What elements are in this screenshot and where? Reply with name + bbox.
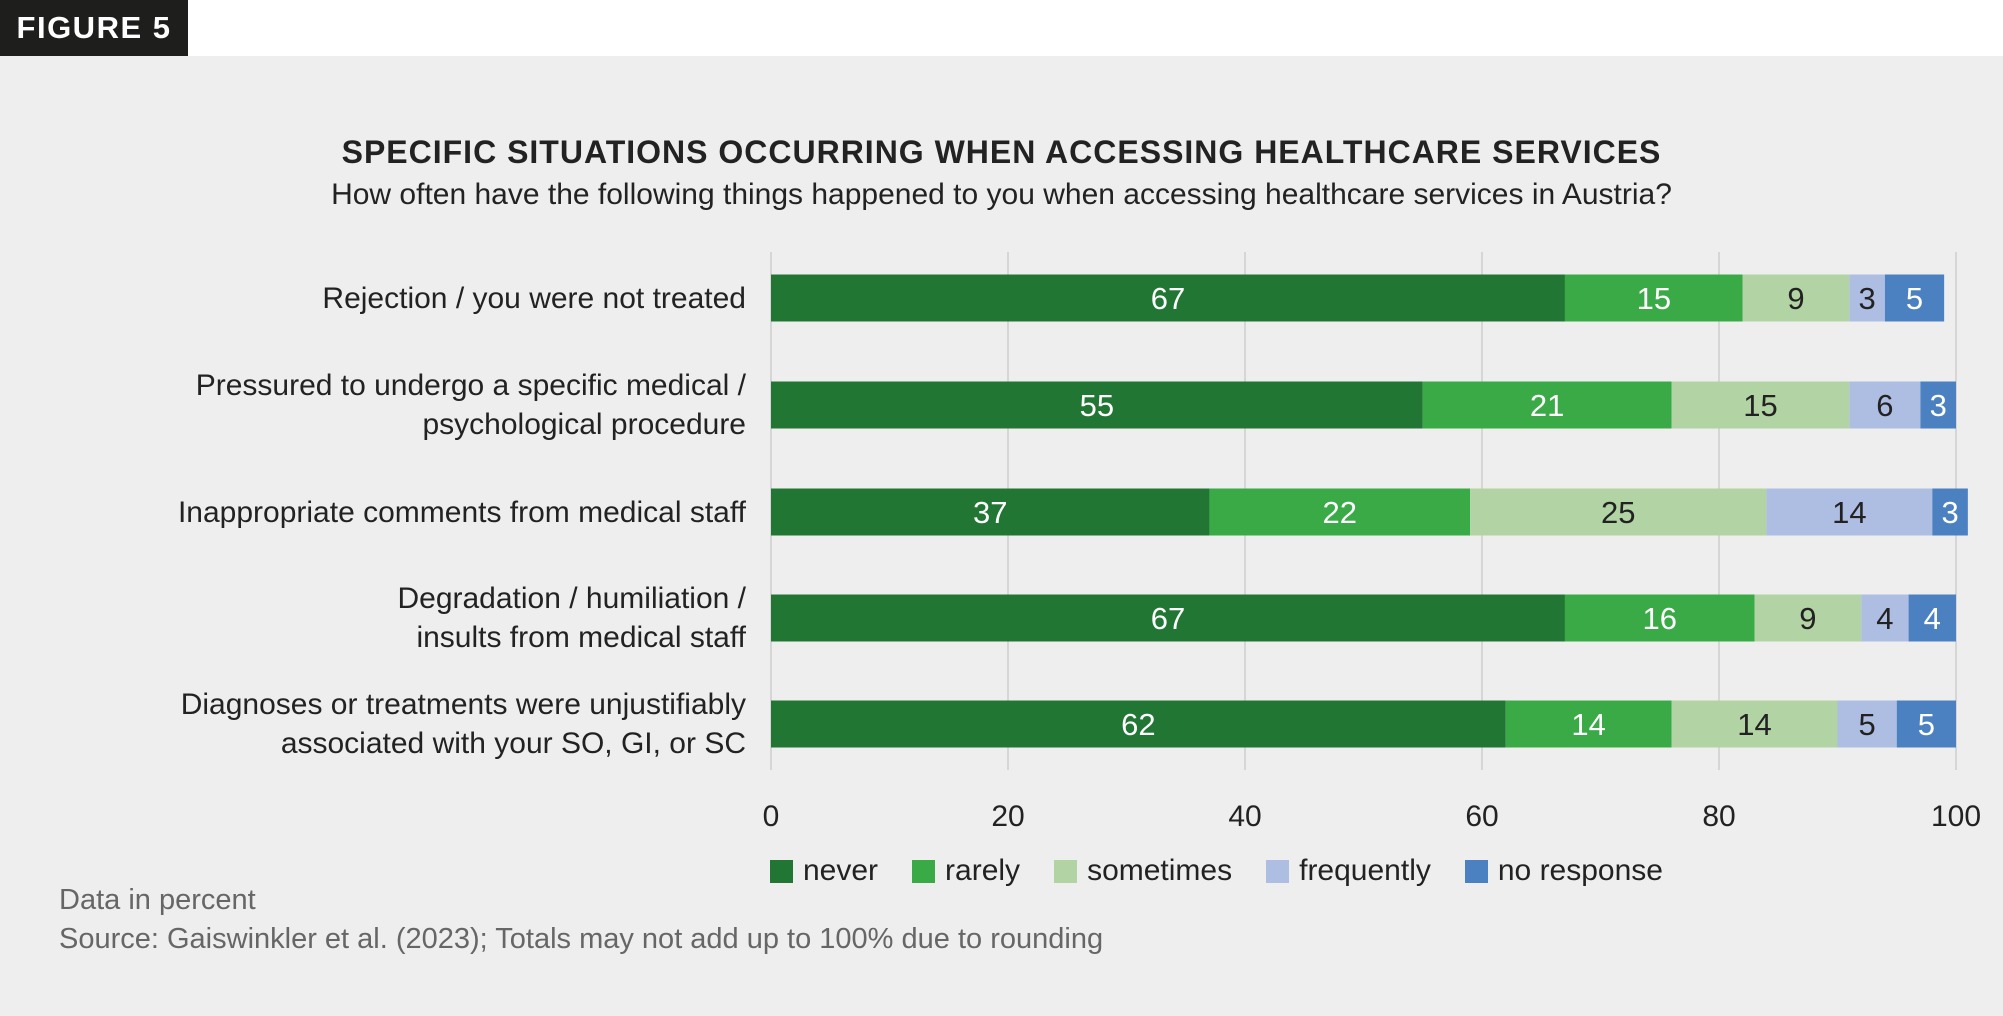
- legend-item-rarely: rarely: [912, 854, 1020, 888]
- bar-value-label: 5: [1859, 707, 1876, 742]
- bar-value-label: 25: [1601, 495, 1635, 530]
- bar-value-label: 15: [1743, 388, 1777, 423]
- bar-value-label: 15: [1637, 281, 1671, 316]
- x-tick-label: 100: [1931, 800, 1981, 833]
- bar-value-label: 5: [1918, 707, 1935, 742]
- bar-value-label: 55: [1080, 388, 1114, 423]
- x-tick-label: 40: [1228, 800, 1261, 833]
- bar-value-label: 9: [1799, 601, 1816, 636]
- x-tick-label: 0: [763, 800, 780, 833]
- legend-item-sometimes: sometimes: [1054, 854, 1232, 888]
- bars: [771, 274, 1968, 748]
- source-note: Source: Gaiswinkler et al. (2023); Total…: [59, 923, 1104, 955]
- bar-value-label: 21: [1530, 388, 1564, 423]
- legend-swatch: [1054, 859, 1078, 883]
- bar-value-label: 9: [1787, 281, 1804, 316]
- bar-value-label: 3: [1859, 281, 1876, 316]
- legend: never rarely sometimes frequently no respons…: [770, 854, 1697, 888]
- legend-swatch: [770, 859, 793, 883]
- bar-value-label: 67: [1151, 281, 1185, 316]
- bar-value-label: 14: [1571, 707, 1605, 742]
- legend-swatch: [912, 859, 936, 883]
- bar-value-label: 16: [1643, 601, 1677, 636]
- x-tick-label: 80: [1702, 800, 1735, 833]
- legend-item-no-response: no response: [1464, 854, 1663, 888]
- legend-swatch: [1464, 859, 1488, 883]
- legend-swatch: [1266, 859, 1290, 883]
- bar-value-label: 6: [1876, 388, 1893, 423]
- bar-value-label: 37: [973, 495, 1007, 530]
- bar-value-label: 14: [1737, 707, 1771, 742]
- bar-value-label: 4: [1876, 601, 1893, 636]
- legend-label: no response: [1497, 854, 1663, 887]
- bar-value-label: 14: [1832, 495, 1866, 530]
- x-tick-label: 60: [1465, 800, 1498, 833]
- bar-value-label: 5: [1906, 281, 1923, 316]
- bar-value-label: 62: [1121, 707, 1155, 742]
- bar-value-label: 67: [1151, 601, 1185, 636]
- unit-note: Data in percent: [59, 884, 256, 916]
- legend-label: frequently: [1299, 854, 1431, 887]
- x-tick-labels: 0 20 40 60 80 100: [763, 800, 1981, 833]
- bar-value-label: 3: [1930, 388, 1947, 423]
- legend-label: sometimes: [1087, 854, 1233, 887]
- x-tick-label: 20: [991, 800, 1024, 833]
- legend-item-never: never: [770, 854, 878, 888]
- bar-value-label: 22: [1323, 495, 1357, 530]
- legend-item-frequently: frequently: [1266, 854, 1431, 888]
- bar-value-label: 3: [1941, 495, 1958, 530]
- legend-label: rarely: [945, 854, 1021, 887]
- legend-label: never: [803, 854, 879, 887]
- bar-value-label: 4: [1924, 601, 1941, 636]
